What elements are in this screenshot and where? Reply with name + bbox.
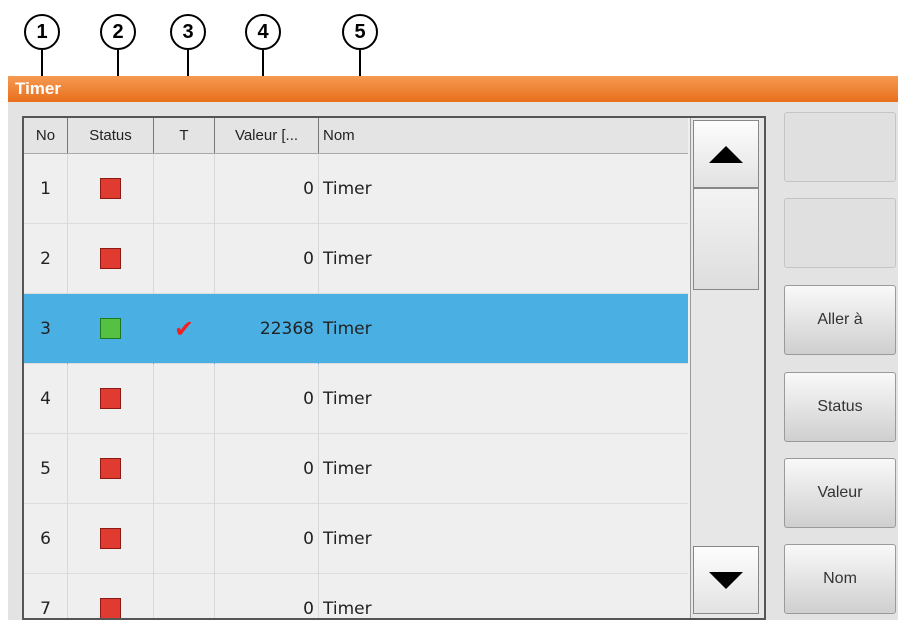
t-cell: ✔ bbox=[154, 294, 215, 364]
column-header-no[interactable]: No bbox=[24, 118, 68, 153]
table-row[interactable]: 4 0 Timer bbox=[24, 364, 688, 434]
timer-window: No Status T Valeur [... Nom 1 0 Timer 2 … bbox=[8, 102, 898, 620]
timer-name: Timer bbox=[323, 529, 372, 549]
timer-table: No Status T Valeur [... Nom 1 0 Timer 2 … bbox=[22, 116, 766, 620]
table-row[interactable]: 1 0 Timer bbox=[24, 154, 688, 224]
callout-3: 3 bbox=[170, 14, 206, 50]
column-header-name[interactable]: Nom bbox=[319, 118, 688, 153]
t-cell bbox=[154, 504, 215, 574]
column-header-status[interactable]: Status bbox=[68, 118, 154, 153]
status-cell bbox=[68, 154, 154, 224]
column-header-value[interactable]: Valeur [... bbox=[215, 118, 319, 153]
timer-value: 0 bbox=[215, 364, 319, 434]
scroll-down-button[interactable] bbox=[693, 546, 759, 614]
t-cell bbox=[154, 434, 215, 504]
window-title-bar: Timer bbox=[8, 76, 898, 102]
table-row[interactable]: 6 0 Timer bbox=[24, 504, 688, 574]
row-number: 6 bbox=[24, 504, 68, 574]
table-grid: No Status T Valeur [... Nom 1 0 Timer 2 … bbox=[24, 118, 688, 618]
triangle-down-icon bbox=[709, 571, 743, 589]
status-indicator-icon bbox=[100, 598, 121, 618]
callout-4: 4 bbox=[245, 14, 281, 50]
name-button[interactable]: Nom bbox=[784, 544, 896, 614]
table-row[interactable]: 2 0 Timer bbox=[24, 224, 688, 294]
status-cell bbox=[68, 364, 154, 434]
t-cell bbox=[154, 364, 215, 434]
value-button[interactable]: Valeur bbox=[784, 458, 896, 528]
timer-name: Timer bbox=[323, 179, 372, 199]
row-number: 1 bbox=[24, 154, 68, 224]
status-indicator-icon bbox=[100, 318, 121, 339]
status-button[interactable]: Status bbox=[784, 372, 896, 442]
status-indicator-icon bbox=[100, 528, 121, 549]
row-number: 5 bbox=[24, 434, 68, 504]
triangle-up-icon bbox=[709, 145, 743, 163]
t-cell bbox=[154, 154, 215, 224]
vertical-scrollbar[interactable] bbox=[690, 118, 764, 618]
timer-name: Timer bbox=[323, 389, 372, 409]
timer-value: 0 bbox=[215, 154, 319, 224]
blank-button-1[interactable] bbox=[784, 112, 896, 182]
row-number: 7 bbox=[24, 574, 68, 618]
timer-name: Timer bbox=[323, 319, 372, 339]
t-cell bbox=[154, 574, 215, 618]
callout-2: 2 bbox=[100, 14, 136, 50]
table-row-selected[interactable]: 3 ✔ 22368 Timer bbox=[24, 294, 688, 364]
status-indicator-icon bbox=[100, 458, 121, 479]
status-indicator-icon bbox=[100, 178, 121, 199]
timer-name: Timer bbox=[323, 459, 372, 479]
check-icon: ✔ bbox=[173, 315, 195, 343]
row-number: 3 bbox=[24, 294, 68, 364]
timer-value: 0 bbox=[215, 504, 319, 574]
goto-button[interactable]: Aller à bbox=[784, 285, 896, 355]
column-header-t[interactable]: T bbox=[154, 118, 215, 153]
window-title: Timer bbox=[15, 79, 61, 98]
status-indicator-icon bbox=[100, 388, 121, 409]
timer-value: 0 bbox=[215, 434, 319, 504]
status-cell bbox=[68, 434, 154, 504]
table-row[interactable]: 7 0 Timer bbox=[24, 574, 688, 618]
t-cell bbox=[154, 224, 215, 294]
timer-value: 0 bbox=[215, 574, 319, 618]
status-cell bbox=[68, 224, 154, 294]
table-row[interactable]: 5 0 Timer bbox=[24, 434, 688, 504]
timer-name: Timer bbox=[323, 249, 372, 269]
timer-name: Timer bbox=[323, 599, 372, 618]
status-indicator-icon bbox=[100, 248, 121, 269]
timer-value: 22368 bbox=[215, 294, 319, 364]
row-number: 2 bbox=[24, 224, 68, 294]
scroll-up-button[interactable] bbox=[693, 120, 759, 188]
timer-value: 0 bbox=[215, 224, 319, 294]
row-number: 4 bbox=[24, 364, 68, 434]
status-cell bbox=[68, 574, 154, 618]
table-header: No Status T Valeur [... Nom bbox=[24, 118, 688, 154]
status-cell bbox=[68, 504, 154, 574]
status-cell bbox=[68, 294, 154, 364]
callout-1: 1 bbox=[24, 14, 60, 50]
blank-button-2[interactable] bbox=[784, 198, 896, 268]
scroll-thumb[interactable] bbox=[693, 188, 759, 290]
callout-5: 5 bbox=[342, 14, 378, 50]
